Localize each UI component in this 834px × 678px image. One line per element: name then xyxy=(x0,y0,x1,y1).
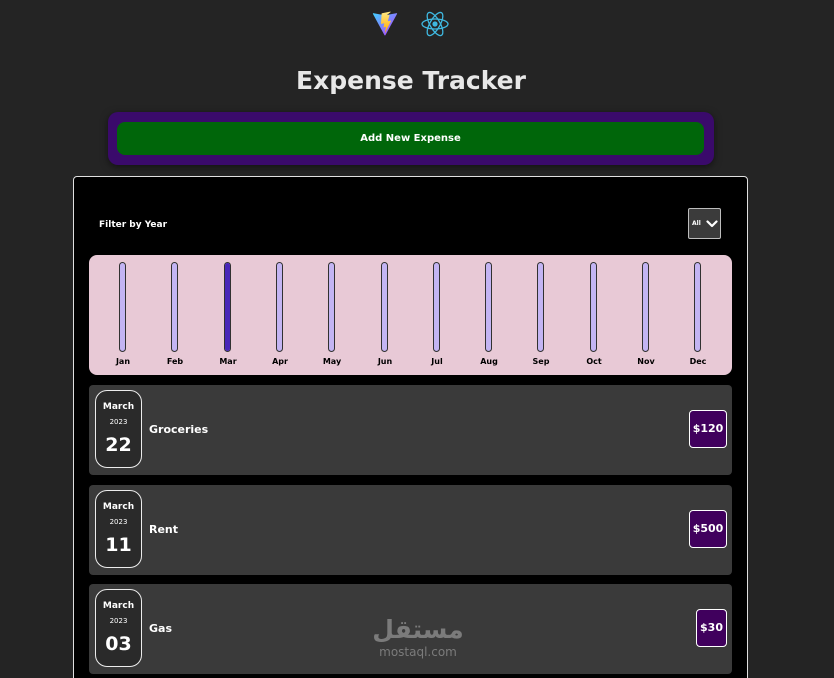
chart-bar-label: May xyxy=(322,357,342,366)
chart-bar-track xyxy=(171,262,178,352)
expense-date-month: March xyxy=(102,402,135,412)
chart-bar-track xyxy=(590,262,597,352)
chart-bar-track xyxy=(433,262,440,352)
chart-bar-label: Jan xyxy=(115,357,131,366)
expense-price: $30 xyxy=(696,609,727,647)
chart-bar-track xyxy=(694,262,701,352)
chart-bar-label: Feb xyxy=(166,357,184,366)
chart-bar-label: Nov xyxy=(637,357,655,366)
chart-bar-fill xyxy=(225,263,230,351)
expense-title: Gas xyxy=(149,622,172,635)
chart-bar-label: Oct xyxy=(586,357,602,366)
expense-price: $500 xyxy=(689,510,727,548)
expenses-chart: Jan Feb Mar Apr May Jun Jul Aug Sep Oct Nov Dec xyxy=(89,255,732,375)
expense-date-year: 2023 xyxy=(109,518,128,526)
expense-item[interactable]: March 2023 11 Rent $500 xyxy=(89,485,732,575)
expense-item[interactable]: March 2023 03 Gas $30 xyxy=(89,584,732,674)
expense-title: Groceries xyxy=(149,423,209,436)
expense-date: March 2023 11 xyxy=(95,490,142,568)
year-select-value: All xyxy=(692,220,701,227)
chart-bar-track xyxy=(224,262,231,352)
expense-date-year: 2023 xyxy=(109,418,128,426)
add-new-expense-button[interactable]: Add New Expense xyxy=(117,122,704,155)
expense-date-day: 22 xyxy=(105,434,132,456)
expense-price: $120 xyxy=(689,410,727,448)
chart-bar-label: Apr xyxy=(272,357,288,366)
chart-bar-track xyxy=(642,262,649,352)
chart-bar-label: Mar xyxy=(219,357,237,366)
new-expense-panel: Add New Expense xyxy=(108,112,714,165)
chart-bar-label: Sep xyxy=(532,357,550,366)
chart-bar-track xyxy=(119,262,126,352)
expense-date: March 2023 22 xyxy=(95,390,142,468)
expenses-filter: Filter by Year All xyxy=(74,207,747,241)
expense-date-year: 2023 xyxy=(109,617,128,625)
app-root: Expense Tracker Add New Expense Filter b… xyxy=(0,0,834,678)
chart-bar-track xyxy=(485,262,492,352)
chart-bar-label: Aug xyxy=(480,357,498,366)
expense-date-day: 11 xyxy=(105,534,132,556)
expense-date-month: March xyxy=(102,601,135,611)
react-logo-icon[interactable] xyxy=(420,9,450,39)
chart-bar-label: Dec xyxy=(689,357,707,366)
expense-item[interactable]: March 2023 22 Groceries $120 xyxy=(89,385,732,475)
chart-bar-track xyxy=(328,262,335,352)
logo-row xyxy=(0,8,834,38)
chart-bar-label: Jul xyxy=(431,357,443,366)
chart-bar-label: Jun xyxy=(377,357,393,366)
vite-logo-icon[interactable] xyxy=(372,11,398,37)
year-select[interactable]: All xyxy=(688,208,721,239)
expense-date-day: 03 xyxy=(105,633,132,655)
page-title: Expense Tracker xyxy=(296,66,526,95)
chart-bar-track xyxy=(381,262,388,352)
expenses-card: Filter by Year All Jan Feb Mar Apr May Jun Jul… xyxy=(73,176,748,678)
filter-label: Filter by Year xyxy=(99,220,168,230)
expense-title: Rent xyxy=(149,523,179,536)
chart-bar-track xyxy=(276,262,283,352)
chevron-down-icon xyxy=(706,220,718,228)
expense-date: March 2023 03 xyxy=(95,589,142,667)
chart-bar-track xyxy=(537,262,544,352)
expense-date-month: March xyxy=(102,502,135,512)
